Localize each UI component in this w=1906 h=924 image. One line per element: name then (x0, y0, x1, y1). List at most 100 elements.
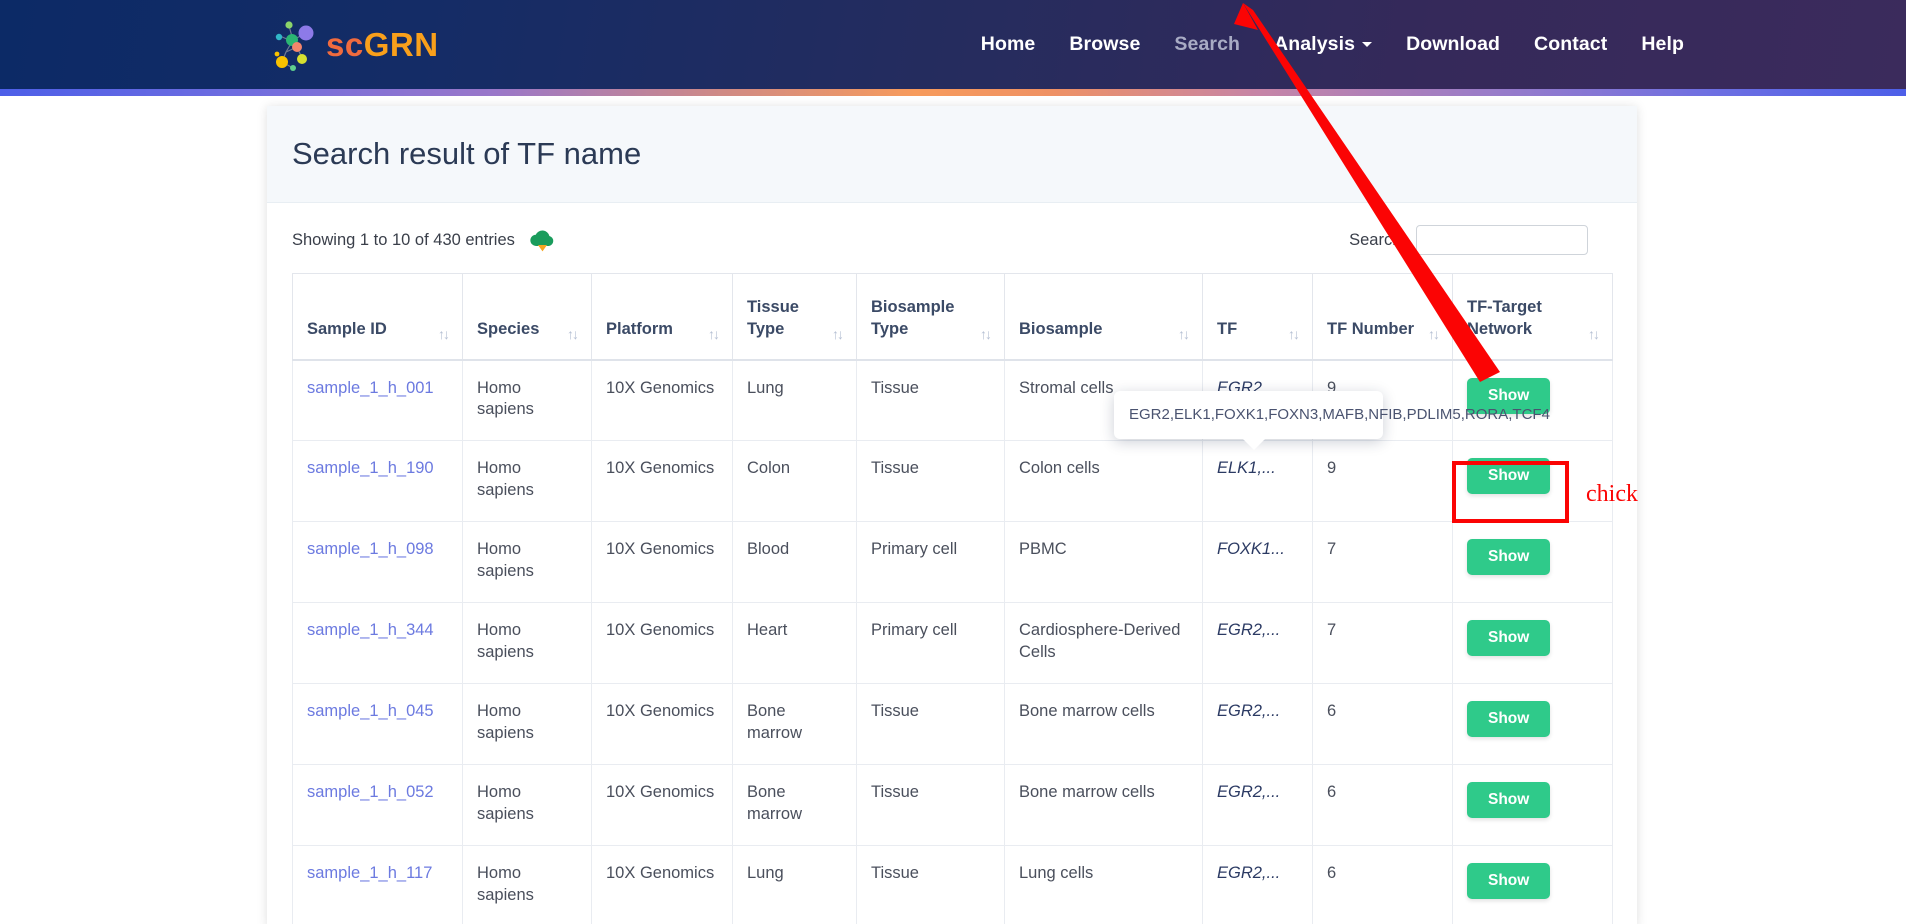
gradient-divider (0, 89, 1906, 96)
column-header-tf-target-network[interactable]: TF-Target Network ↑↓ (1452, 273, 1613, 361)
nav-item-home[interactable]: Home (981, 33, 1036, 56)
cell-platform: 10X Genomics (591, 764, 733, 846)
sort-arrows-icon: ↑↓ (980, 325, 992, 342)
column-header-tf-number[interactable]: TF Number ↑↓ (1312, 273, 1453, 361)
cell-tf[interactable]: EGR2,... (1202, 683, 1313, 765)
top-navbar: scGRN Home Browse Search Analysis Downlo… (0, 0, 1906, 89)
column-label: TF-Target Network (1467, 297, 1542, 339)
nav-item-contact[interactable]: Contact (1534, 33, 1607, 56)
sample-id-link[interactable]: sample_1_h_117 (307, 864, 432, 882)
card-body: Showing 1 to 10 of 430 entries Search: S… (267, 203, 1637, 924)
cell-sample-id: sample_1_h_001 (292, 359, 463, 441)
cell-species: Homo sapiens (462, 359, 592, 441)
brand-suffix: GRN (363, 25, 439, 63)
cell-tf-number: 6 (1312, 764, 1453, 846)
cell-biosample: Lung cells (1004, 845, 1203, 924)
sample-id-link[interactable]: sample_1_h_045 (307, 702, 434, 720)
cell-species: Homo sapiens (462, 440, 592, 522)
entries-info-text: Showing 1 to 10 of 430 entries (292, 230, 515, 249)
cell-tf-number: 6 (1312, 845, 1453, 924)
column-label: TF (1217, 320, 1238, 339)
cell-biosample: Bone marrow cells (1004, 683, 1203, 765)
cell-action: Show (1452, 602, 1613, 684)
cell-tissue-type: Colon (732, 440, 857, 522)
column-label: Tissue Type (747, 297, 799, 339)
sample-id-link[interactable]: sample_1_h_190 (307, 459, 434, 477)
cell-platform: 10X Genomics (591, 683, 733, 765)
sort-arrows-icon: ↑↓ (1428, 325, 1440, 342)
table-row: sample_1_h_001 Homo sapiens 10X Genomics Lu… (292, 359, 1613, 441)
cell-tf[interactable]: FOXK1... (1202, 521, 1313, 603)
cell-tissue-type: Bone marrow (732, 683, 857, 765)
column-header-biosample-type[interactable]: Biosample Type ↑↓ (856, 273, 1005, 361)
table-row: sample_1_h_117 Homo sapiens 10X Genomics Lu… (292, 845, 1613, 924)
sort-arrows-icon: ↑↓ (708, 325, 720, 342)
cell-platform: 10X Genomics (591, 845, 733, 924)
tf-tooltip: EGR2,ELK1,FOXK1,FOXN3,MAFB,NFIB,PDLIM5,R… (1114, 391, 1550, 450)
cell-platform: 10X Genomics (591, 602, 733, 684)
cell-tf[interactable]: EGR2,... (1202, 845, 1313, 924)
cell-sample-id: sample_1_h_190 (292, 440, 463, 522)
search-input[interactable] (1416, 225, 1588, 255)
cell-sample-id: sample_1_h_052 (292, 764, 463, 846)
sample-id-link[interactable]: sample_1_h_001 (307, 379, 434, 397)
cloud-download-icon[interactable] (528, 226, 557, 255)
sort-arrows-icon: ↑↓ (1588, 325, 1600, 342)
show-network-button[interactable]: Show (1467, 782, 1551, 818)
cell-biosample-type: Tissue (856, 764, 1005, 846)
cell-species: Homo sapiens (462, 845, 592, 924)
brand-logo-link[interactable]: scGRN (266, 14, 439, 76)
show-network-button[interactable]: Show (1467, 620, 1551, 656)
cell-action: Show (1452, 683, 1613, 765)
cell-tf-number: 7 (1312, 521, 1453, 603)
show-network-button[interactable]: Show (1467, 539, 1551, 575)
cell-tf[interactable]: ELK1,... (1202, 440, 1313, 522)
table-row: sample_1_h_190 Homo sapiens 10X Genomics Co… (292, 440, 1613, 522)
column-header-tf[interactable]: TF ↑↓ (1202, 273, 1313, 361)
cell-sample-id: sample_1_h_098 (292, 521, 463, 603)
sort-arrows-icon: ↑↓ (567, 325, 579, 342)
cell-tf-number: 7 (1312, 602, 1453, 684)
sample-id-link[interactable]: sample_1_h_344 (307, 621, 434, 639)
column-label: Species (477, 320, 540, 339)
nav-item-browse[interactable]: Browse (1069, 33, 1140, 56)
column-header-biosample[interactable]: Biosample ↑↓ (1004, 273, 1203, 361)
nav-item-search[interactable]: Search (1174, 33, 1240, 56)
cell-action: Show (1452, 764, 1613, 846)
sample-id-link[interactable]: sample_1_h_052 (307, 783, 434, 801)
sort-arrows-icon: ↑↓ (1288, 325, 1300, 342)
cell-tissue-type: Heart (732, 602, 857, 684)
sort-arrows-icon: ↑↓ (1178, 325, 1190, 342)
cell-species: Homo sapiens (462, 602, 592, 684)
column-header-sample-id[interactable]: Sample ID ↑↓ (292, 273, 463, 361)
cell-tissue-type: Lung (732, 845, 857, 924)
show-network-button[interactable]: Show (1467, 458, 1551, 494)
cell-action: Show (1452, 845, 1613, 924)
cell-biosample-type: Tissue (856, 359, 1005, 441)
cell-tf[interactable]: EGR2,... (1202, 602, 1313, 684)
column-label: Platform (606, 320, 673, 339)
show-network-button[interactable]: Show (1467, 863, 1551, 899)
table-controls: Showing 1 to 10 of 430 entries Search: (292, 225, 1612, 255)
cell-action: Show (1452, 359, 1613, 441)
cell-platform: 10X Genomics (591, 359, 733, 441)
cell-tf-number: 6 (1312, 683, 1453, 765)
cell-tissue-type: Blood (732, 521, 857, 603)
sample-id-link[interactable]: sample_1_h_098 (307, 540, 434, 558)
column-header-platform[interactable]: Platform ↑↓ (591, 273, 733, 361)
page-title: Search result of TF name (292, 136, 642, 171)
show-network-button[interactable]: Show (1467, 701, 1551, 737)
table-row: sample_1_h_098 Homo sapiens 10X Genomics Bl… (292, 521, 1613, 603)
cell-tissue-type: Bone marrow (732, 764, 857, 846)
sort-arrows-icon: ↑↓ (832, 325, 844, 342)
cell-biosample-type: Tissue (856, 845, 1005, 924)
nav-item-download[interactable]: Download (1406, 33, 1500, 56)
nav-item-analysis[interactable]: Analysis (1274, 33, 1372, 56)
cell-biosample-type: Primary cell (856, 521, 1005, 603)
column-label: Sample ID (307, 320, 387, 339)
column-header-tissue-type[interactable]: Tissue Type ↑↓ (732, 273, 857, 361)
table-row: sample_1_h_344 Homo sapiens 10X Genomics He… (292, 602, 1613, 684)
cell-tf[interactable]: EGR2,... (1202, 764, 1313, 846)
nav-item-help[interactable]: Help (1641, 33, 1684, 56)
column-header-species[interactable]: Species ↑↓ (462, 273, 592, 361)
